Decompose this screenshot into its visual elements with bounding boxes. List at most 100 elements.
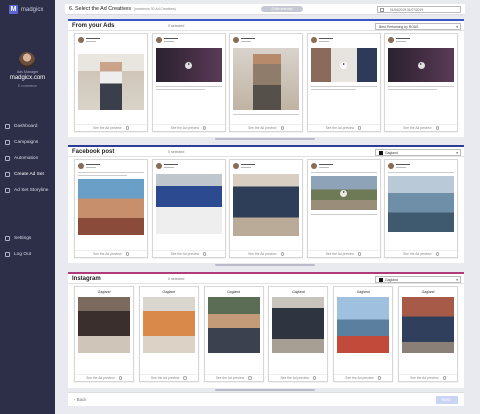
calendar-icon: [380, 8, 384, 12]
ad-card[interactable]: See the Ad preview: [384, 33, 458, 132]
selected-count-badge: 0 Ads selected: [261, 6, 303, 12]
instagram-card[interactable]: Gagland See the Ad preview: [397, 286, 458, 382]
page-avatar: [155, 163, 162, 169]
post-image: [207, 297, 260, 353]
eye-icon: [203, 252, 207, 256]
page-hint: (maximum 30 Ad Creatives): [134, 7, 176, 11]
nav-label: Campaigns: [14, 140, 39, 145]
section-selected-count: 0 selected: [168, 24, 185, 28]
page-avatar: [78, 163, 84, 169]
ad-card[interactable]: See the Ad preview: [306, 33, 381, 132]
nav-label: Automation: [14, 156, 39, 161]
post-card[interactable]: See the Ad preview: [384, 159, 458, 258]
next-button[interactable]: Next ›: [436, 396, 458, 404]
horizontal-scrollbar[interactable]: [215, 264, 315, 266]
instagram-account-name: Gagland: [421, 290, 435, 294]
post-card[interactable]: See the Ad preview: [306, 159, 381, 258]
account-switcher[interactable]: madgicx.com: [0, 75, 55, 81]
post-preview-link[interactable]: See the Ad preview: [334, 374, 393, 381]
step-header: 6. Select the Ad Creatives (maximum 30 A…: [65, 4, 465, 15]
nav-label: Ad Set Storyline: [14, 188, 49, 193]
ad-preview-link[interactable]: See the Ad preview: [385, 124, 457, 131]
horizontal-scrollbar[interactable]: [215, 138, 315, 140]
nav-item-automation[interactable]: Automation: [5, 156, 38, 161]
instagram-card[interactable]: Gagland See the Ad preview: [203, 286, 264, 382]
ad-preview-link[interactable]: See the Ad preview: [75, 124, 147, 131]
page-select-value: Gagland: [385, 150, 398, 155]
post-preview-link[interactable]: See the Ad preview: [307, 250, 380, 257]
nav-item-campaigns[interactable]: Campaigns: [5, 140, 38, 145]
user-role: Ads Manager: [16, 70, 39, 74]
nav-item-settings[interactable]: Settings: [5, 236, 31, 241]
ad-preview-link[interactable]: See the Ad preview: [152, 124, 225, 131]
horizontal-scrollbar[interactable]: [215, 389, 315, 391]
post-preview-link[interactable]: See the Ad preview: [204, 374, 263, 381]
chevron-down-icon: ▾: [456, 277, 458, 282]
post-preview-link[interactable]: See the Ad preview: [75, 374, 133, 381]
post-image: [401, 297, 454, 353]
instagram-account-name: Gagland: [291, 290, 305, 294]
chevron-right-icon: ›: [450, 397, 453, 402]
sort-select-value: Best Performing by ROAS: [379, 24, 419, 29]
post-preview-link[interactable]: See the Ad preview: [398, 374, 457, 381]
eye-icon: [442, 376, 446, 380]
account-select-value: Gagland: [385, 277, 398, 282]
post-image: [272, 297, 325, 353]
back-button[interactable]: ‹ Back: [74, 397, 86, 402]
ad-preview-link[interactable]: See the Ad preview: [230, 124, 302, 131]
page-avatar: [78, 37, 84, 43]
app-logo[interactable]: M madgicx: [9, 5, 43, 14]
eye-icon: [280, 126, 284, 130]
post-preview-link[interactable]: See the Ad preview: [269, 374, 328, 381]
nav-item-create-ad-set[interactable]: Create Ad Set: [5, 172, 44, 177]
post-video: [310, 176, 377, 210]
bar-chart-icon: [5, 124, 10, 129]
post-preview-link[interactable]: See the Ad preview: [75, 250, 147, 257]
nav-item-dashboard[interactable]: Dashboard: [5, 124, 37, 129]
app-logo-text: madgicx: [21, 6, 44, 13]
instagram-card[interactable]: Gagland See the Ad preview: [74, 286, 134, 382]
page-avatar: [388, 37, 394, 43]
section-selected-count: 0 selected: [168, 150, 185, 154]
ad-card[interactable]: See the Ad preview: [151, 33, 226, 132]
avatar[interactable]: [19, 52, 35, 68]
page-avatar: [310, 37, 317, 43]
post-card[interactable]: See the Ad preview: [74, 159, 148, 258]
post-preview-link[interactable]: See the Ad preview: [139, 374, 198, 381]
nav-item-ad-set-storyline[interactable]: Ad Set Storyline: [5, 188, 48, 193]
page-logo-icon: [379, 277, 383, 282]
account-select[interactable]: Gagland ▾: [375, 275, 461, 283]
instagram-card[interactable]: Gagland See the Ad preview: [138, 286, 199, 382]
instagram-account-name: Gagland: [97, 290, 111, 294]
settings-icon: [5, 236, 10, 241]
edit-icon: [5, 172, 10, 177]
ad-card[interactable]: See the Ad preview: [229, 33, 303, 132]
instagram-card[interactable]: Gagland See the Ad preview: [268, 286, 329, 382]
section-header: Instagram 0 selected Gagland ▾: [68, 274, 464, 284]
ad-image: [78, 54, 144, 110]
page-title: 6. Select the Ad Creatives: [69, 6, 132, 12]
play-icon: [185, 61, 192, 69]
post-preview-link[interactable]: See the Ad preview: [230, 250, 302, 257]
chevron-down-icon: ▾: [456, 24, 458, 29]
date-range-picker[interactable]: 01/06/2019-31/07/2019: [377, 6, 461, 13]
post-card-row: See the Ad preview See the Ad preview Se…: [74, 159, 458, 258]
page-select[interactable]: Gagland ▾: [375, 148, 461, 156]
ad-card[interactable]: See the Ad preview: [74, 33, 148, 132]
post-card[interactable]: See the Ad preview: [229, 159, 303, 258]
nav-label: Dashboard: [14, 124, 38, 129]
post-preview-link[interactable]: See the Ad preview: [152, 250, 225, 257]
nav-item-logout[interactable]: Log Out: [5, 252, 31, 257]
instagram-card[interactable]: Gagland See the Ad preview: [333, 286, 394, 382]
post-card[interactable]: See the Ad preview: [151, 159, 226, 258]
ad-preview-link[interactable]: See the Ad preview: [307, 124, 380, 131]
section-header: From your Ads 0 selected Best Performing…: [68, 21, 464, 31]
page-avatar: [233, 37, 239, 43]
eye-icon: [280, 252, 284, 256]
post-image: [78, 297, 130, 353]
section-title: Instagram: [72, 275, 101, 282]
post-image: [337, 297, 390, 353]
section-your-ads: From your Ads 0 selected Best Performing…: [68, 19, 464, 137]
post-preview-link[interactable]: See the Ad preview: [385, 250, 457, 257]
sort-select[interactable]: Best Performing by ROAS ▾: [375, 22, 461, 30]
